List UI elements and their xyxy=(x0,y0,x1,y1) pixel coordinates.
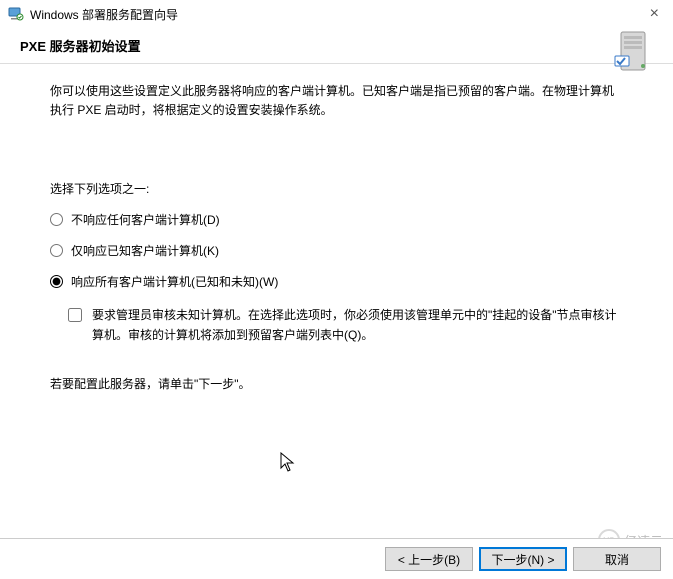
radio-known-label: 仅响应已知客户端计算机(K) xyxy=(71,242,219,259)
radio-none-input[interactable] xyxy=(50,213,63,226)
page-title: PXE 服务器初始设置 xyxy=(20,36,141,55)
radio-group: 不响应任何客户端计算机(D) 仅响应已知客户端计算机(K) 响应所有客户端计算机… xyxy=(50,211,623,290)
cancel-button[interactable]: 取消 xyxy=(573,547,661,571)
close-icon[interactable]: × xyxy=(644,5,665,23)
radio-all-label: 响应所有客户端计算机(已知和未知)(W) xyxy=(71,273,278,290)
wizard-content: 你可以使用这些设置定义此服务器将响应的客户端计算机。已知客户端是指已预留的客户端… xyxy=(0,64,673,392)
wizard-footer: < 上一步(B) 下一步(N) > 取消 xyxy=(0,538,673,579)
titlebar: Windows 部署服务配置向导 × xyxy=(0,0,673,28)
window-title: Windows 部署服务配置向导 xyxy=(30,6,178,23)
wizard-header: PXE 服务器初始设置 xyxy=(0,28,673,63)
radio-option-all[interactable]: 响应所有客户端计算机(已知和未知)(W) xyxy=(50,273,623,290)
radio-all-input[interactable] xyxy=(50,275,63,288)
description-text: 你可以使用这些设置定义此服务器将响应的客户端计算机。已知客户端是指已预留的客户端… xyxy=(50,82,623,120)
back-button[interactable]: < 上一步(B) xyxy=(385,547,473,571)
next-button[interactable]: 下一步(N) > xyxy=(479,547,567,571)
approval-checkbox-row[interactable]: 要求管理员审核未知计算机。在选择此选项时，你必须使用该管理单元中的"挂起的设备"… xyxy=(68,306,623,344)
radio-none-label: 不响应任何客户端计算机(D) xyxy=(71,211,220,228)
options-prompt: 选择下列选项之一: xyxy=(50,180,623,197)
app-icon xyxy=(8,6,24,22)
footer-hint: 若要配置此服务器，请单击"下一步"。 xyxy=(50,375,623,392)
cursor-icon xyxy=(280,452,296,474)
server-icon xyxy=(611,30,655,74)
radio-option-none[interactable]: 不响应任何客户端计算机(D) xyxy=(50,211,623,228)
approval-checkbox[interactable] xyxy=(68,308,82,322)
radio-known-input[interactable] xyxy=(50,244,63,257)
approval-checkbox-label: 要求管理员审核未知计算机。在选择此选项时，你必须使用该管理单元中的"挂起的设备"… xyxy=(92,306,623,344)
radio-option-known[interactable]: 仅响应已知客户端计算机(K) xyxy=(50,242,623,259)
